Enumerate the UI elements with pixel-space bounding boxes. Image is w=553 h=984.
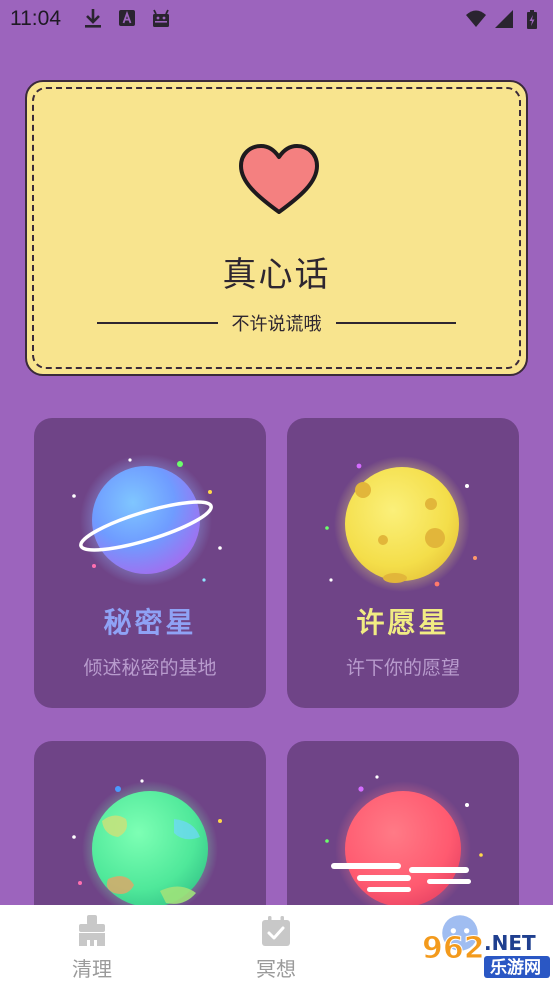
tile-secret-star[interactable]: 秘密星 倾述秘密的基地 [34, 418, 266, 708]
tab-label: 清理 [72, 957, 112, 981]
svg-text:.NET: .NET [484, 931, 536, 955]
tile-title: 许愿星 [356, 606, 450, 639]
wifi-icon [466, 10, 486, 27]
a-icon [119, 10, 135, 26]
yellow-moon-planet-icon [325, 456, 477, 592]
signal-icon [495, 10, 513, 28]
download-icon [85, 9, 101, 28]
status-left-icons [82, 7, 172, 29]
tab-meditate[interactable]: 冥想 [216, 913, 336, 982]
truth-card[interactable]: 真心话 不许说谎哦 [25, 80, 528, 376]
calendar-check-icon [262, 916, 290, 946]
tile-title: 秘密星 [103, 606, 197, 639]
tab-clean[interactable]: 清理 [32, 913, 152, 982]
tab-label: 冥想 [256, 957, 296, 981]
truth-title: 真心话 [222, 255, 331, 295]
tile-subtitle: 倾述秘密的基地 [83, 657, 217, 679]
status-bar: 11:04 [0, 0, 553, 38]
broom-icon [79, 915, 105, 946]
svg-text:乐游网: 乐游网 [490, 957, 541, 978]
truth-subtitle: 不许说谎哦 [231, 314, 322, 335]
watermark-logo: 962 .NET 乐游网 [412, 908, 553, 984]
divider-right [335, 322, 456, 324]
truth-subtitle-row: 不许说谎哦 [97, 312, 456, 335]
tile-wish-star[interactable]: 许愿星 许下你的愿望 [287, 418, 519, 708]
tile-subtitle: 许下你的愿望 [345, 657, 460, 679]
android-icon [153, 9, 169, 27]
status-right-icons [465, 8, 543, 30]
heart-icon [239, 144, 319, 214]
blue-ringed-planet-icon [72, 454, 222, 586]
battery-charging-icon [527, 10, 537, 29]
status-time: 11:04 [10, 7, 61, 30]
svg-text:962: 962 [422, 931, 485, 966]
divider-left [97, 322, 218, 324]
